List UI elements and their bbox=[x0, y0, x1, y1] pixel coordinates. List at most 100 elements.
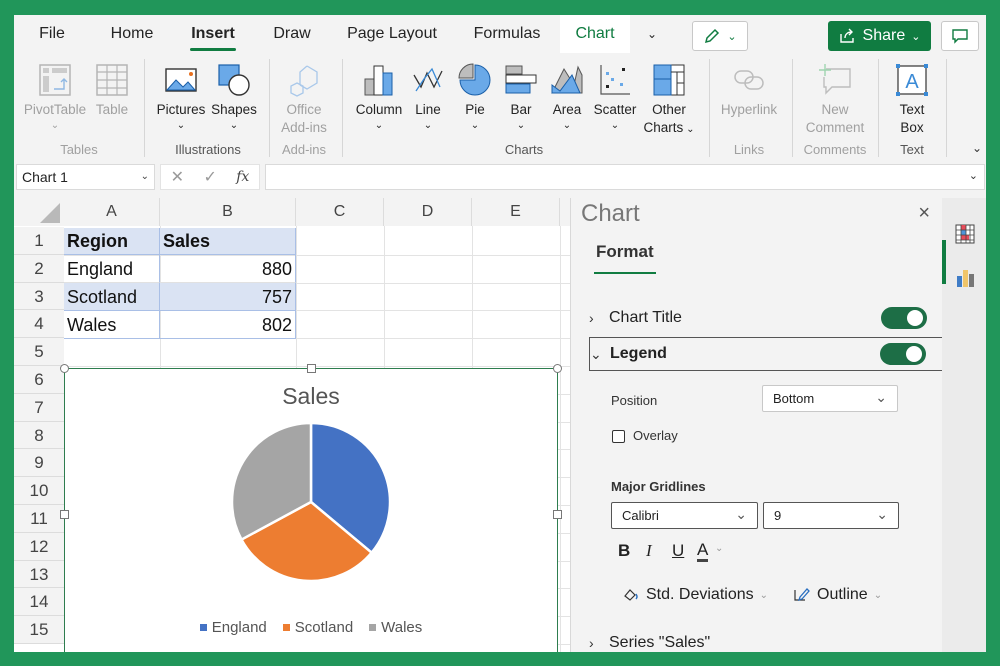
pie-chart-button[interactable]: Pie ⌄ bbox=[458, 61, 492, 133]
tab-page-layout[interactable]: Page Layout bbox=[346, 15, 438, 53]
row-header[interactable]: 6 bbox=[14, 366, 64, 394]
pane-title: Chart bbox=[581, 200, 640, 227]
share-button[interactable]: Share ⌄ bbox=[828, 21, 931, 51]
chart-legend[interactable]: England Scotland Wales bbox=[65, 619, 557, 636]
chart-format-button[interactable] bbox=[955, 268, 975, 293]
editing-mode-button[interactable]: ⌄ bbox=[692, 21, 748, 51]
office-addins-button[interactable]: Office Add-ins bbox=[276, 61, 332, 137]
enter-icon[interactable]: ✓ bbox=[203, 167, 216, 187]
data-sheet-button[interactable] bbox=[955, 224, 975, 249]
name-box[interactable]: Chart 1 ⌄ bbox=[16, 164, 155, 190]
column-header[interactable] bbox=[560, 198, 570, 226]
overlay-label: Overlay bbox=[633, 428, 678, 443]
tab-chart[interactable]: Chart bbox=[560, 15, 630, 53]
shapes-label: Shapes bbox=[211, 102, 257, 117]
outline-button[interactable]: Outline ⌄ bbox=[793, 586, 882, 604]
new-comment-button[interactable]: New Comment bbox=[800, 61, 870, 137]
row-header[interactable]: 3 bbox=[14, 282, 64, 311]
legend-toggle[interactable] bbox=[880, 343, 926, 365]
bar-chart-button[interactable]: Bar ⌄ bbox=[504, 61, 538, 133]
tab-draw[interactable]: Draw bbox=[271, 15, 313, 53]
separator bbox=[269, 59, 270, 157]
row-header[interactable]: 15 bbox=[14, 616, 64, 644]
font-size-select[interactable]: 9 ⌄ bbox=[763, 502, 899, 529]
column-chart-button[interactable]: Column ⌄ bbox=[352, 61, 406, 133]
row-header[interactable]: 5 bbox=[14, 338, 64, 366]
column-header[interactable]: B bbox=[160, 198, 296, 226]
column-header[interactable]: D bbox=[384, 198, 472, 226]
row-header[interactable]: 11 bbox=[14, 505, 64, 533]
text-box-label-1: Text bbox=[899, 102, 925, 117]
formula-input[interactable]: ⌄ bbox=[265, 164, 985, 190]
row-header[interactable]: 14 bbox=[14, 588, 64, 617]
overlay-checkbox[interactable] bbox=[612, 430, 625, 443]
font-color-dropdown[interactable]: ⌄ bbox=[715, 543, 723, 554]
chevron-right-icon: › bbox=[589, 635, 594, 651]
cancel-icon[interactable]: ✕ bbox=[171, 167, 184, 187]
underline-button[interactable]: U bbox=[672, 541, 684, 561]
section-legend[interactable]: ⌄ Legend bbox=[589, 337, 943, 371]
column-header[interactable]: A bbox=[64, 198, 160, 226]
row-header[interactable]: 12 bbox=[14, 532, 64, 561]
fill-button[interactable]: Std. Deviations ⌄ bbox=[622, 586, 768, 604]
line-chart-button[interactable]: Line ⌄ bbox=[412, 61, 444, 133]
comments-button[interactable] bbox=[941, 21, 979, 51]
tab-home[interactable]: Home bbox=[106, 15, 158, 53]
italic-button[interactable]: I bbox=[646, 541, 652, 561]
cell-b1[interactable]: Sales bbox=[160, 228, 296, 255]
row-header[interactable]: 7 bbox=[14, 393, 64, 422]
cell-b4[interactable]: 802 bbox=[160, 311, 296, 339]
expand-formula-bar-icon[interactable]: ⌄ bbox=[969, 169, 978, 182]
row-header[interactable]: 2 bbox=[14, 254, 64, 283]
pictures-label: Pictures bbox=[156, 102, 206, 117]
font-select[interactable]: Calibri ⌄ bbox=[611, 502, 758, 529]
cell-a4[interactable]: Wales bbox=[64, 311, 160, 339]
row-header[interactable]: 13 bbox=[14, 560, 64, 589]
column-header[interactable]: E bbox=[472, 198, 560, 226]
svg-text:A: A bbox=[905, 71, 919, 93]
tab-formulas[interactable]: Formulas bbox=[472, 15, 542, 53]
font-color-button[interactable]: A bbox=[697, 541, 709, 562]
cell-a3[interactable]: Scotland bbox=[64, 283, 160, 311]
column-header[interactable]: C bbox=[296, 198, 384, 226]
legend-swatch bbox=[282, 624, 290, 631]
tab-insert[interactable]: Insert bbox=[190, 15, 236, 53]
text-box-button[interactable]: A Text Box bbox=[888, 61, 936, 137]
row-header[interactable]: 10 bbox=[14, 477, 64, 505]
share-label: Share bbox=[862, 27, 906, 44]
row-header[interactable]: 4 bbox=[14, 310, 64, 339]
scatter-chart-button[interactable]: Scatter ⌄ bbox=[592, 61, 638, 133]
area-chart-button[interactable]: Area ⌄ bbox=[549, 61, 585, 133]
font-value: Calibri bbox=[622, 508, 659, 523]
cell-a2[interactable]: England bbox=[64, 255, 160, 283]
cell-b2[interactable]: 880 bbox=[160, 255, 296, 283]
table-button[interactable]: Table bbox=[92, 61, 132, 119]
section-series[interactable]: › Series "Sales" bbox=[589, 626, 943, 652]
select-all-button[interactable] bbox=[14, 198, 64, 226]
separator bbox=[946, 59, 947, 157]
pictures-button[interactable]: Pictures ⌄ bbox=[156, 61, 206, 133]
pivottable-button[interactable]: PivotTable ⌄ bbox=[22, 61, 88, 133]
row-header[interactable]: 8 bbox=[14, 421, 64, 450]
row-header[interactable]: 9 bbox=[14, 449, 64, 478]
cell-a1[interactable]: Region bbox=[64, 228, 160, 255]
tab-file[interactable]: File bbox=[36, 15, 68, 53]
bold-button[interactable]: B bbox=[618, 541, 630, 561]
row-header[interactable]: 1 bbox=[14, 227, 64, 255]
hyperlink-button[interactable]: Hyperlink bbox=[718, 61, 780, 119]
position-select[interactable]: Bottom ⌄ bbox=[762, 385, 898, 412]
more-tabs-button[interactable]: ⌄ bbox=[642, 15, 662, 53]
chart-title-toggle[interactable] bbox=[881, 307, 927, 329]
ribbon-expand-button[interactable]: ⌄ bbox=[972, 141, 982, 155]
other-charts-button[interactable]: Other Charts ⌄ bbox=[642, 61, 696, 139]
chart-object[interactable]: Sales England Scotland Wales bbox=[60, 364, 562, 652]
section-chart-title[interactable]: › Chart Title bbox=[589, 301, 943, 335]
cell-b3[interactable]: 757 bbox=[160, 283, 296, 311]
chevron-down-icon: ⌄ bbox=[735, 506, 747, 522]
separator bbox=[144, 59, 145, 157]
close-pane-button[interactable]: × bbox=[918, 202, 930, 225]
shapes-button[interactable]: Shapes ⌄ bbox=[210, 61, 258, 133]
tab-format[interactable]: Format bbox=[594, 242, 656, 274]
insert-function-icon[interactable]: fx bbox=[236, 169, 249, 185]
legend-label: Wales bbox=[381, 619, 423, 636]
